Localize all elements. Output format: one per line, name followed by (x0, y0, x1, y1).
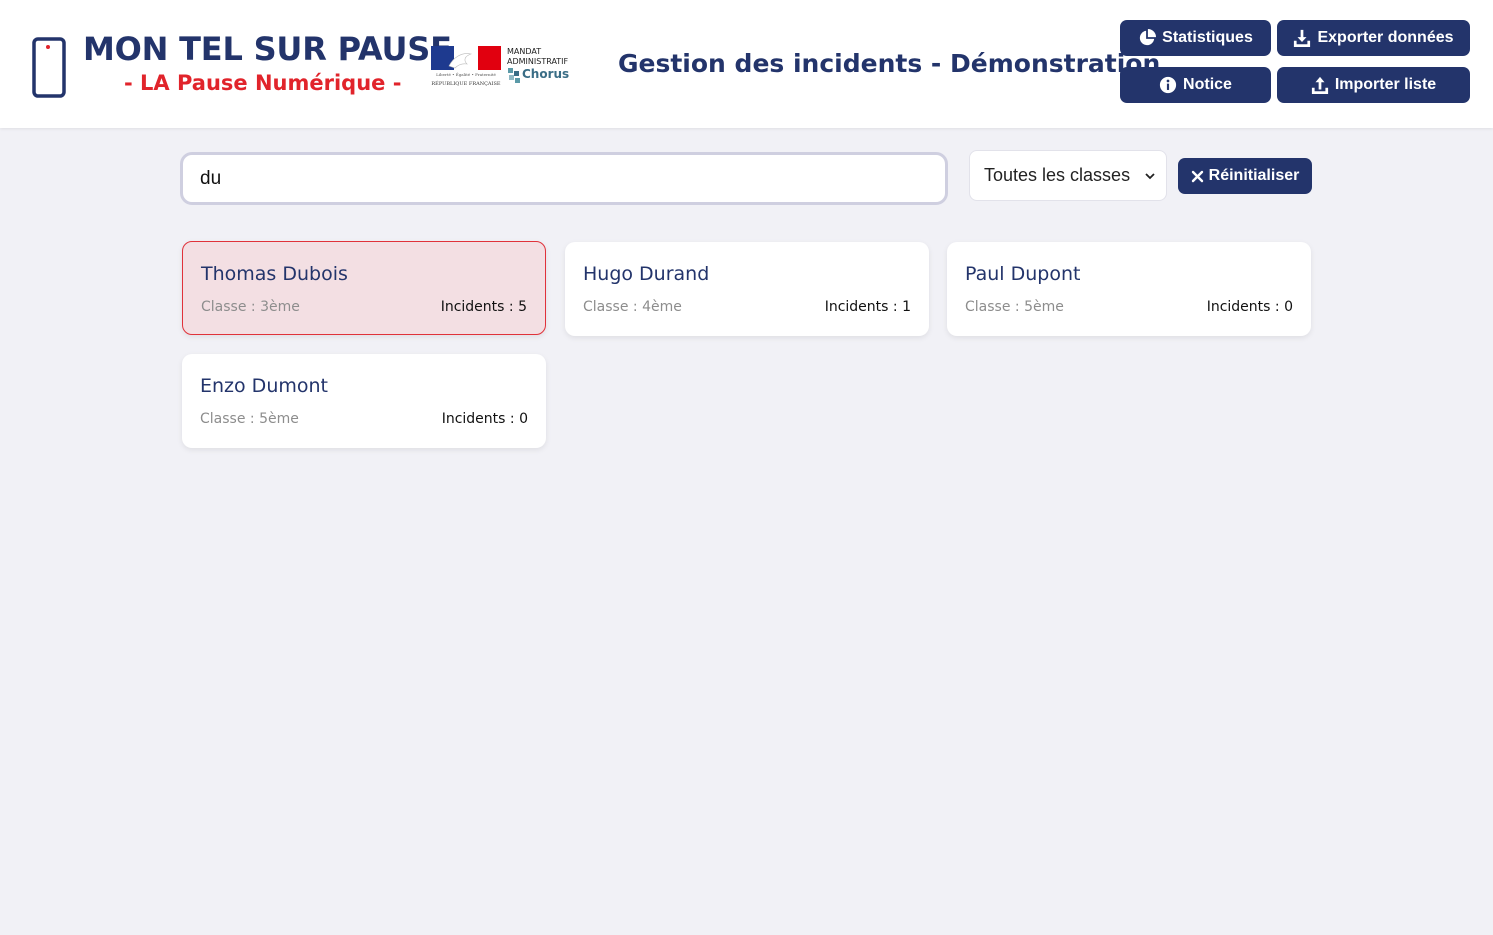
chevron-down-icon (1145, 172, 1155, 179)
chorus-label: Chorus (522, 67, 570, 81)
importer-label: Importer liste (1334, 76, 1437, 93)
mandat-line2: ADMINISTRATIF (507, 57, 569, 66)
exporter-label: Exporter données (1317, 29, 1454, 46)
statistiques-label: Statistiques (1162, 29, 1253, 46)
student-class: Classe :3ème (201, 299, 300, 315)
student-class: Classe :4ème (583, 299, 682, 315)
phone-icon (32, 37, 66, 98)
mandat-line1: MANDAT (507, 47, 542, 56)
student-name: Thomas Dubois (201, 263, 348, 285)
notice-button[interactable]: Notice (1120, 67, 1271, 103)
student-incidents: Incidents :0 (1206, 299, 1293, 315)
student-name: Hugo Durand (583, 263, 710, 285)
brand-title: MON TEL SUR PAUSE (83, 30, 452, 68)
student-name: Enzo Dumont (200, 375, 328, 397)
importer-button[interactable]: Importer liste (1277, 67, 1470, 103)
student-incidents: Incidents :5 (440, 299, 527, 315)
student-name: Paul Dupont (965, 263, 1081, 285)
marianne-rf: RÉPUBLIQUE FRANÇAISE (431, 81, 501, 87)
pie-chart-icon (1140, 29, 1157, 46)
student-card-enzo-dumont[interactable]: Enzo Dumont Classe :5ème Incidents :0 (182, 354, 546, 448)
student-incidents: Incidents :0 (441, 411, 528, 427)
page-title: Gestion des incidents - Démonstration (618, 49, 1161, 78)
student-card-hugo-durand[interactable]: Hugo Durand Classe :4ème Incidents :1 (565, 242, 929, 336)
notice-label: Notice (1183, 76, 1232, 93)
class-select-value: Toutes les classes (984, 165, 1131, 185)
upload-icon (1311, 76, 1328, 94)
student-class: Classe :5ème (965, 299, 1064, 315)
marianne-motto: Liberté • Égalité • Fraternité (436, 72, 496, 77)
brand-subtitle: - LA Pause Numérique - (124, 71, 402, 95)
reset-label: Réinitialiser (1208, 167, 1300, 184)
reset-button[interactable]: Réinitialiser (1178, 158, 1312, 194)
info-icon (1159, 76, 1177, 94)
mandat-administratif: MANDAT ADMINISTRATIF (507, 47, 587, 67)
student-class: Classe :5ème (200, 411, 299, 427)
chorus-icon (508, 68, 520, 83)
student-card-thomas-dubois[interactable]: Thomas Dubois Classe :3ème Incidents :5 (182, 241, 546, 335)
exporter-button[interactable]: Exporter données (1277, 20, 1470, 56)
republique-francaise-logo: Liberté • Égalité • Fraternité RÉPUBLIQU… (431, 46, 501, 88)
close-icon (1191, 170, 1203, 182)
download-icon (1294, 29, 1311, 47)
marianne-flag-icon (431, 46, 501, 70)
search-input[interactable] (180, 152, 948, 205)
student-card-paul-dupont[interactable]: Paul Dupont Classe :5ème Incidents :0 (947, 242, 1311, 336)
class-select[interactable]: Toutes les classes (969, 150, 1167, 201)
student-incidents: Incidents :1 (824, 299, 911, 315)
app-header: MON TEL SUR PAUSE - LA Pause Numérique -… (0, 0, 1493, 128)
statistiques-button[interactable]: Statistiques (1120, 20, 1271, 56)
